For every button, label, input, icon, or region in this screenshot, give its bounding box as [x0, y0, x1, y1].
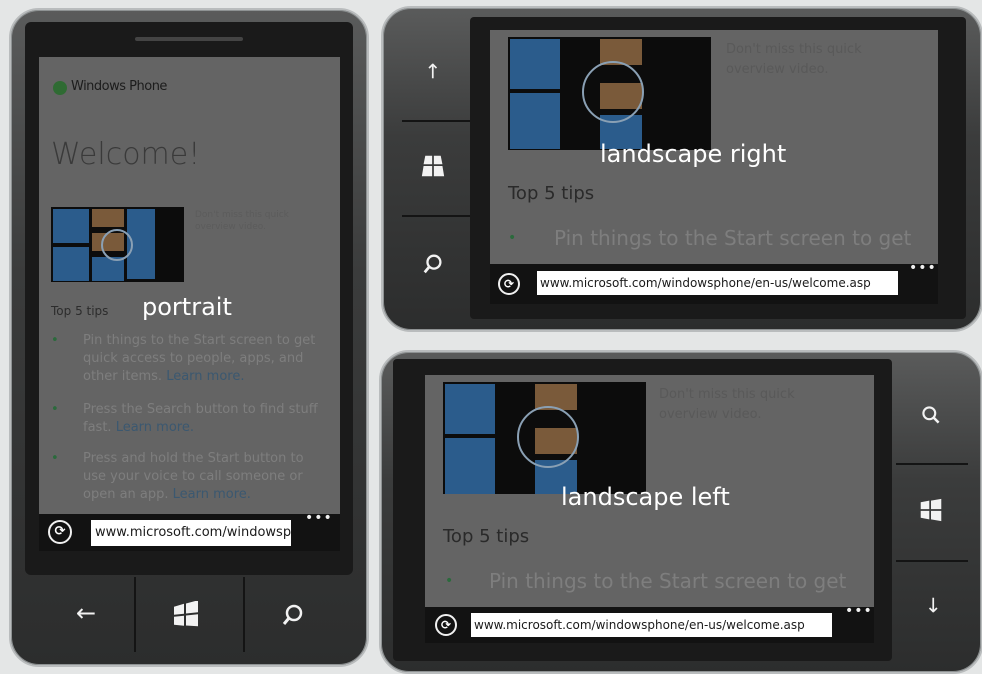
earpiece	[135, 37, 243, 41]
video-tile	[53, 209, 89, 243]
tip-text: Pin things to the Start screen to get qu…	[83, 332, 323, 386]
learn-more-link[interactable]: Learn more.	[166, 369, 244, 384]
portrait-screen: Windows Phone Welcome! Don't miss this q…	[39, 57, 340, 514]
learn-more-link[interactable]: Learn more.	[173, 487, 251, 502]
url-field[interactable]: www.microsoft.com/windowsphone/en-us/wel…	[537, 271, 898, 295]
more-menu-icon[interactable]: •••	[305, 510, 333, 526]
url-field[interactable]: www.microsoft.com/windowsphone/en-us/wel…	[471, 613, 832, 637]
tip-text: Press and hold the Start button to use y…	[83, 450, 323, 504]
back-button[interactable]: ←	[920, 592, 944, 618]
video-tile	[510, 39, 560, 89]
tip-item: • Press the Search button to find stuff …	[51, 401, 323, 441]
play-ring-icon	[101, 229, 133, 261]
page-title: Welcome!	[51, 137, 201, 172]
tips-heading: Top 5 tips	[443, 526, 530, 547]
start-icon	[920, 498, 942, 522]
video-tile	[53, 247, 89, 281]
start-icon	[174, 600, 198, 627]
more-menu-icon[interactable]: •••	[909, 260, 937, 276]
more-menu-icon[interactable]: •••	[845, 603, 873, 619]
video-blurb: Don't miss this quick overview video.	[659, 387, 795, 422]
bullet: •	[51, 451, 59, 466]
tips-heading: Top 5 tips	[508, 183, 595, 204]
button-divider	[243, 577, 245, 652]
windows-phone-logo-icon	[53, 81, 67, 95]
bullet: •	[51, 402, 59, 417]
address-bar: ⟳ www.microsoft.com/windowsphone/en-us/w…	[425, 603, 874, 643]
learn-more-link[interactable]: Learn more.	[116, 420, 194, 435]
video-blurb: Don't miss this quick overview video.	[726, 42, 862, 77]
overview-video[interactable]	[51, 207, 184, 282]
bullet: •	[508, 230, 517, 246]
search-icon	[423, 254, 442, 274]
video-tile	[92, 209, 124, 227]
tips-heading: Top 5 tips	[51, 304, 109, 318]
button-divider	[402, 120, 470, 122]
tip-text: Press the Search button to find stuff fa…	[83, 401, 323, 437]
address-bar: ⟳ www.microsoft.com/windowsphone/en-us/w…	[39, 510, 340, 551]
search-button[interactable]	[919, 404, 943, 428]
orientation-caption: portrait	[142, 293, 232, 321]
url-field[interactable]: www.microsoft.com/windowsphone/en-us/wel…	[91, 520, 291, 546]
tip-text: Pin things to the Start screen to get	[489, 569, 847, 593]
button-divider	[402, 215, 470, 217]
button-divider	[134, 577, 136, 652]
play-ring-icon	[582, 61, 644, 123]
video-blurb: Don't miss this quick overview video.	[195, 210, 289, 232]
back-arrow-icon: ←	[919, 596, 944, 614]
address-bar: ⟳ www.microsoft.com/windowsphone/en-us/w…	[490, 260, 938, 304]
overview-video[interactable]	[443, 382, 646, 494]
tip-item: • Press and hold the Start button to use…	[51, 450, 323, 510]
search-button[interactable]	[421, 252, 445, 276]
start-button[interactable]	[172, 600, 200, 627]
video-tile	[445, 384, 495, 434]
button-divider	[896, 560, 968, 562]
windows-phone-logo-text: Windows Phone	[71, 79, 167, 94]
landscape-left-screen: Don't miss this quick overview video. To…	[425, 375, 874, 607]
refresh-icon[interactable]: ⟳	[498, 273, 520, 295]
back-arrow-icon: ←	[75, 599, 97, 627]
overview-video[interactable]	[508, 37, 711, 150]
back-button[interactable]: ←	[66, 598, 106, 628]
tip-item: • Pin things to the Start screen to get …	[51, 332, 323, 390]
back-arrow-icon: ←	[420, 62, 445, 80]
start-button[interactable]	[421, 154, 445, 178]
back-button[interactable]: ←	[421, 58, 445, 84]
video-tile	[445, 438, 495, 494]
video-tile	[510, 93, 560, 149]
start-icon	[421, 155, 445, 177]
orientation-caption: landscape right	[600, 140, 787, 168]
bullet: •	[445, 573, 454, 589]
bullet: •	[51, 333, 59, 348]
search-button[interactable]	[280, 602, 306, 628]
tip-text: Pin things to the Start screen to get	[554, 226, 912, 250]
start-button[interactable]	[918, 498, 944, 524]
orientation-caption: landscape left	[561, 483, 730, 511]
search-icon	[922, 406, 940, 424]
landscape-right-screen: Don't miss this quick overview video. To…	[490, 30, 938, 264]
search-icon	[282, 604, 303, 625]
refresh-icon[interactable]: ⟳	[48, 520, 72, 544]
refresh-icon[interactable]: ⟳	[435, 614, 457, 636]
play-ring-icon	[517, 406, 579, 468]
button-divider	[896, 463, 968, 465]
